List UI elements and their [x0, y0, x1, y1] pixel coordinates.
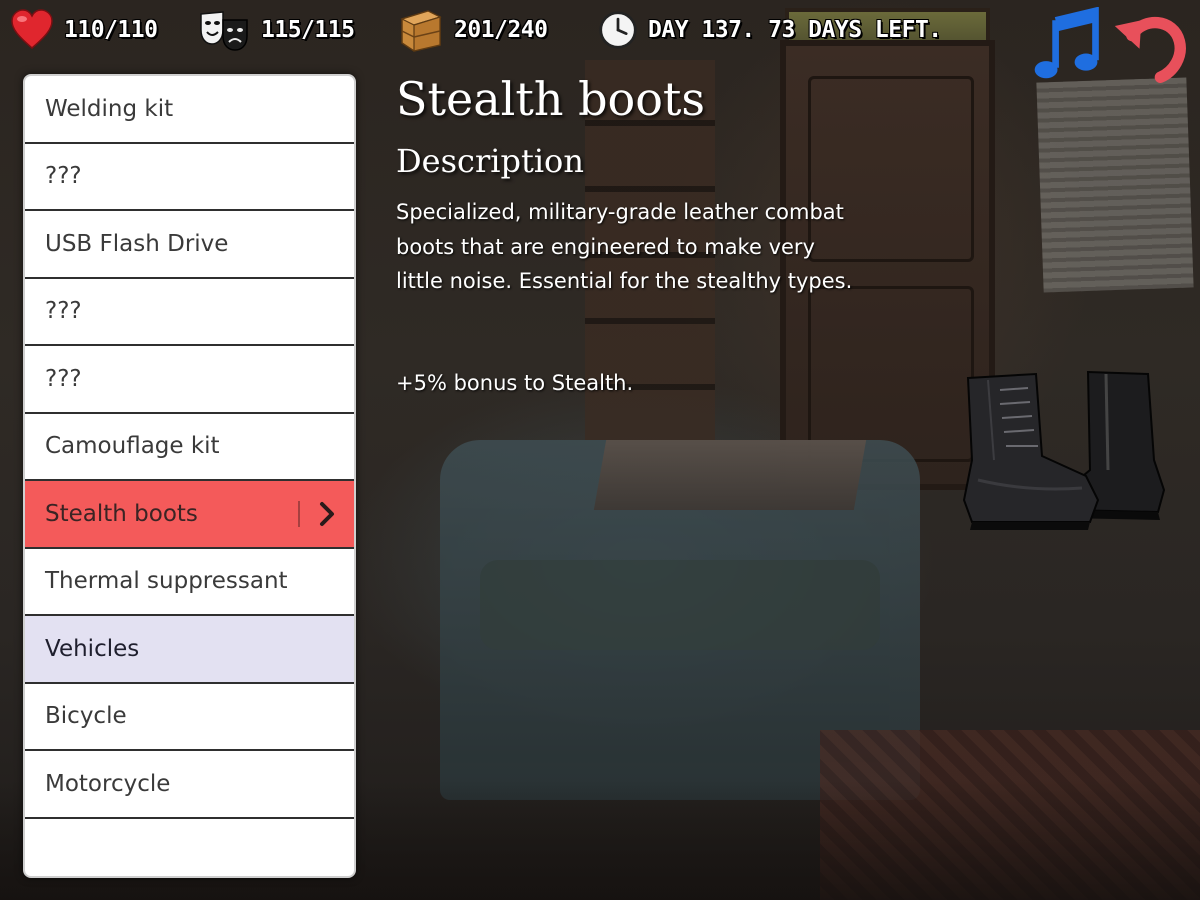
- list-item-thermal-suppressant[interactable]: Thermal suppressant: [25, 549, 354, 616]
- chevron-right-icon: [320, 501, 334, 526]
- undo-arrow-icon: [1114, 16, 1186, 83]
- list-item-label: Welding kit: [45, 95, 174, 122]
- list-item-label: ???: [45, 298, 82, 325]
- item-list-panel: Welding kit ??? USB Flash Drive ??? ??? …: [23, 74, 356, 878]
- list-item-label: Thermal suppressant: [45, 568, 288, 595]
- health-value: 110/110: [64, 17, 158, 43]
- list-item-label: ???: [45, 365, 82, 392]
- list-item-empty: [25, 819, 354, 877]
- list-item-label: ???: [45, 163, 82, 190]
- heart-icon: [11, 9, 53, 49]
- theater-masks-icon: [200, 11, 248, 51]
- wooden-crate-icon: [400, 10, 442, 52]
- storage-value: 201/240: [454, 17, 548, 43]
- item-description: Specialized, military-grade leather comb…: [396, 200, 853, 293]
- hud-day: DAY 137. 73 DAYS LEFT.: [598, 8, 942, 52]
- music-note-icon: [1034, 7, 1099, 79]
- list-item-label: USB Flash Drive: [45, 230, 229, 257]
- item-bonus: +5% bonus to Stealth.: [396, 371, 634, 395]
- clock-icon: [599, 11, 637, 49]
- list-item-unknown-1[interactable]: ???: [25, 144, 354, 211]
- list-item-stealth-boots[interactable]: Stealth boots: [25, 481, 354, 549]
- mood-value: 115/115: [261, 17, 355, 43]
- description-heading: Description: [396, 142, 584, 180]
- list-item-label: Bicycle: [45, 703, 127, 730]
- coffee-table: [593, 440, 867, 510]
- category-label: Vehicles: [45, 635, 140, 662]
- back-button[interactable]: [1110, 6, 1188, 84]
- hud-storage: 201/240: [398, 8, 548, 52]
- list-item-label: Motorcycle: [45, 770, 171, 797]
- newspaper-clippings: [1036, 77, 1194, 293]
- list-item-label: Camouflage kit: [45, 433, 220, 460]
- list-item-welding-kit[interactable]: Welding kit: [25, 76, 354, 144]
- list-item-usb-flash-drive[interactable]: USB Flash Drive: [25, 211, 354, 279]
- list-item-camouflage-kit[interactable]: Camouflage kit: [25, 414, 354, 481]
- list-item-motorcycle[interactable]: Motorcycle: [25, 751, 354, 819]
- day-value: DAY 137. 73 DAYS LEFT.: [648, 17, 942, 43]
- category-header-vehicles: Vehicles: [25, 616, 354, 684]
- list-item-unknown-2[interactable]: ???: [25, 279, 354, 346]
- list-item-label: Stealth boots: [45, 500, 198, 527]
- list-item-bicycle[interactable]: Bicycle: [25, 684, 354, 751]
- stealth-boots-icon: [962, 370, 1166, 530]
- list-item-unknown-3[interactable]: ???: [25, 346, 354, 414]
- item-title: Stealth boots: [396, 72, 706, 126]
- music-toggle-button[interactable]: [1028, 6, 1106, 84]
- hud-mood: 115/115: [197, 8, 355, 52]
- row-divider: [298, 500, 300, 527]
- hud-health: 110/110: [10, 8, 158, 52]
